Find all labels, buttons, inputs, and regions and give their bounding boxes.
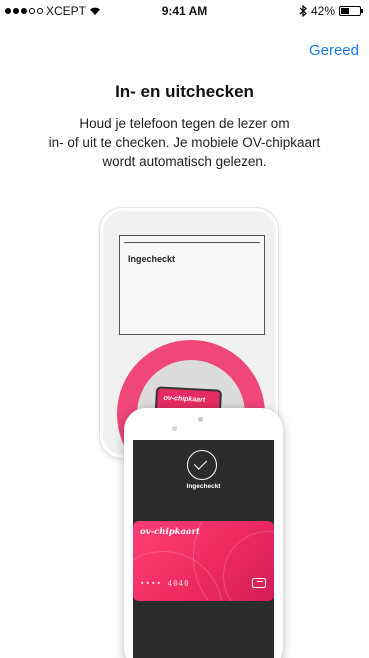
battery-icon <box>339 6 363 16</box>
instruction-line: wordt automatisch gelezen. <box>102 154 267 169</box>
phone-camera <box>198 417 203 422</box>
ov-logo-icon <box>252 578 266 588</box>
battery-fill <box>341 8 349 14</box>
status-bar-right: 42% <box>299 4 363 18</box>
check-circle-icon <box>187 450 217 480</box>
reader-status-text: Ingecheckt <box>128 254 176 264</box>
page-title: In- en uitchecken <box>115 82 254 101</box>
reader-screen: Ingecheckt <box>119 235 265 335</box>
instruction-line: Houd je telefoon tegen de lezer om <box>79 116 290 131</box>
instruction-line: in- of uit te checken. Je mobiele OV-chi… <box>48 135 321 150</box>
phone-sensor <box>172 426 177 431</box>
card-label: ov-chipkaart <box>140 527 200 537</box>
bluetooth-icon <box>299 5 307 17</box>
instruction-text: Houd je telefoon tegen de lezer om in- o… <box>40 114 329 171</box>
phone-screen: Ingecheckt ov-chipkaart •••• 4040 <box>133 440 274 658</box>
phone-status-text: Ingecheckt <box>186 483 221 490</box>
card-number: •••• 4040 <box>140 579 190 588</box>
battery-percent: 42% <box>310 4 335 18</box>
phone-illustration: Ingecheckt ov-chipkaart •••• 4040 <box>124 408 283 658</box>
done-button[interactable]: Gereed <box>309 42 359 59</box>
status-bar: XCEPT 9:41 AM 42% <box>0 0 369 22</box>
small-card-label: ov-chipkaart <box>163 394 206 404</box>
ov-chipkaart-card: ov-chipkaart •••• 4040 <box>133 521 274 601</box>
reader-screen-divider <box>124 242 260 243</box>
